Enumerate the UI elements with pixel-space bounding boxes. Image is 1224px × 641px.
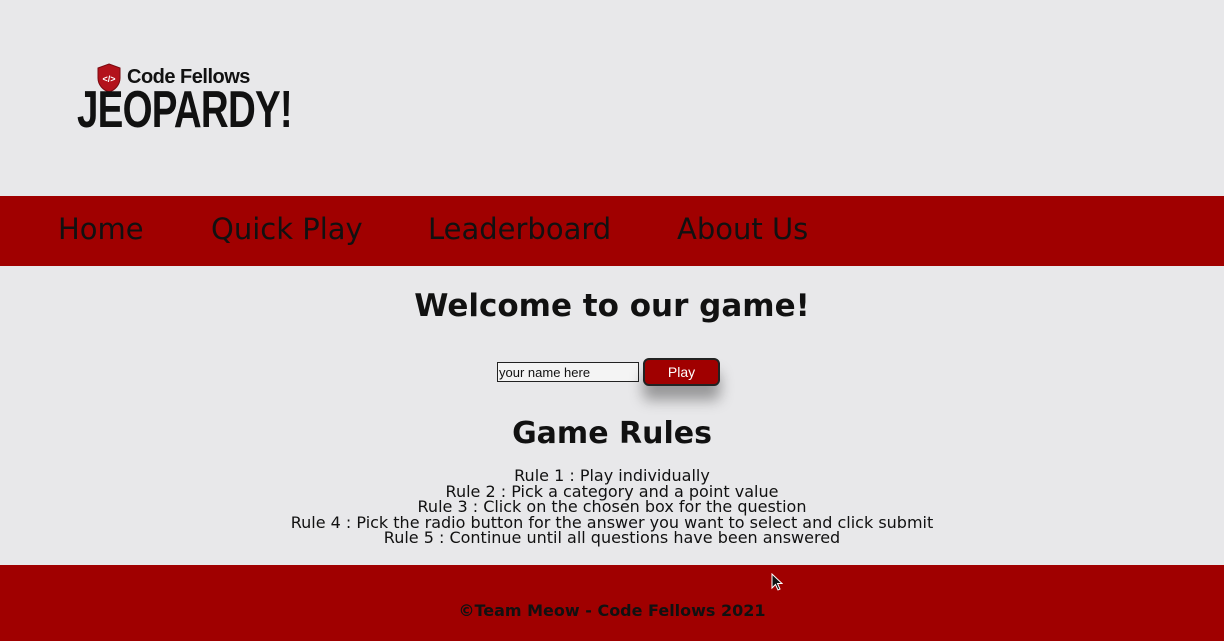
main-content: Welcome to our game! Play Game Rules Rul…: [0, 266, 1224, 565]
nav-item-about-us[interactable]: About Us: [677, 196, 808, 266]
rule-item: Rule 5 : Continue until all questions ha…: [383, 528, 841, 547]
rules-list: Rule 1 : Play individually Rule 2 : Pick…: [0, 468, 1224, 546]
jeopardy-logo[interactable]: </> Code Fellows JEOPARDY!: [77, 60, 293, 140]
page-footer: ©Team Meow - Code Fellows 2021: [0, 565, 1224, 641]
page-header: </> Code Fellows JEOPARDY!: [0, 0, 1224, 196]
logo-jeopardy-text: JEOPARDY!: [77, 81, 293, 139]
welcome-heading: Welcome to our game!: [414, 288, 810, 324]
nav-item-leaderboard[interactable]: Leaderboard: [428, 196, 611, 266]
main-nav: Home Quick Play Leaderboard About Us: [0, 196, 1224, 266]
nav-item-quick-play[interactable]: Quick Play: [211, 196, 363, 266]
mouse-cursor-icon: [771, 573, 783, 591]
footer-copyright: ©Team Meow - Code Fellows 2021: [458, 601, 766, 620]
play-button[interactable]: Play: [643, 358, 720, 386]
game-rules-heading: Game Rules: [512, 416, 712, 451]
player-name-input[interactable]: [497, 362, 639, 382]
nav-item-home[interactable]: Home: [58, 196, 144, 266]
